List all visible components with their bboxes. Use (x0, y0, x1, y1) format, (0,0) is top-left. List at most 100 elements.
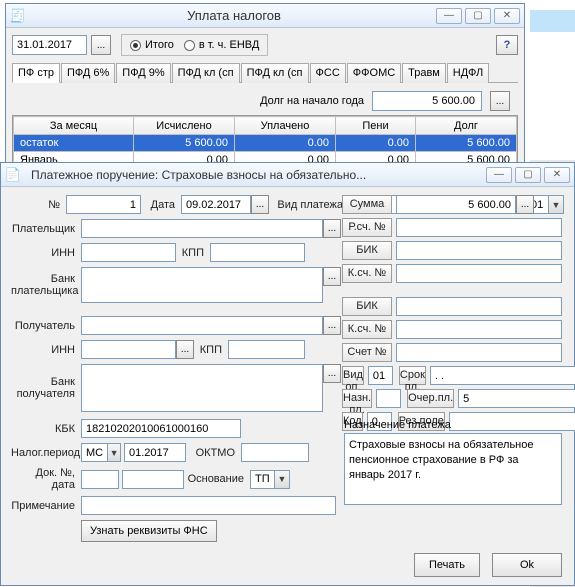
tab-1[interactable]: ПФД 6% (61, 63, 115, 83)
close-button[interactable]: ✕ (494, 8, 520, 24)
payee-bank-input[interactable] (81, 364, 323, 412)
srokpl-label: Срок пл. (399, 366, 426, 385)
radio-total[interactable]: Итого (130, 39, 174, 51)
osn-combo[interactable]: ТП ▼ (250, 470, 290, 489)
doc-date-input[interactable] (122, 470, 184, 489)
payee-kpp-input[interactable] (228, 340, 305, 359)
oktmo-input[interactable] (241, 443, 309, 462)
debt-ellipsis-button[interactable]: ... (490, 91, 510, 111)
tab-2[interactable]: ПФД 9% (116, 63, 170, 83)
payment-order-window: 📄 Платежное поручение: Страховые взносы … (0, 162, 575, 586)
help-button[interactable]: ? (496, 35, 518, 55)
oktmo-label: ОКТМО (186, 447, 241, 459)
payer-lookup-button[interactable]: ... (323, 219, 341, 238)
value-cell: 5 600.00 (416, 135, 517, 152)
bik2-input[interactable] (396, 297, 562, 316)
ksch1-label: К.сч. № (342, 264, 392, 283)
maximize-button[interactable]: ▢ (465, 8, 491, 24)
grid-header[interactable]: За месяц (14, 117, 134, 135)
sum-ellipsis-button[interactable]: ... (516, 195, 534, 214)
tab-4[interactable]: ПФД кл (сп (241, 63, 309, 83)
period-type-combo[interactable]: МС ▼ (81, 443, 121, 462)
app-icon: 🧾 (10, 8, 26, 24)
bik1-input[interactable] (396, 241, 562, 260)
fns-requisites-button[interactable]: Узнать реквизиты ФНС (81, 520, 217, 542)
purpose-text[interactable]: Страховые взносы на обязательное пенсион… (344, 433, 562, 505)
payee-lookup-button[interactable]: ... (323, 316, 341, 335)
titlebar: 🧾 Уплата налогов — ▢ ✕ (6, 4, 524, 28)
grid-header[interactable]: Пени (336, 117, 416, 135)
payee-inn-input[interactable] (81, 340, 176, 359)
ok-button[interactable]: Ok (492, 553, 562, 577)
maximize-button[interactable]: ▢ (515, 167, 541, 183)
payee-bank-label: Банк получателя (11, 376, 81, 400)
payer-input[interactable] (81, 219, 323, 238)
ocherpl-input[interactable] (458, 389, 575, 408)
print-button[interactable]: Печать (414, 553, 480, 577)
payer-bank-label: Банк плательщика (11, 273, 81, 297)
payer-kpp-input[interactable] (210, 243, 305, 262)
bg-accent (530, 10, 575, 32)
as-of-date-input[interactable] (12, 35, 87, 55)
chevron-down-icon: ▼ (107, 444, 120, 461)
debt-input[interactable] (372, 91, 482, 111)
date-label: Дата (141, 199, 181, 211)
close-button[interactable]: ✕ (544, 167, 570, 183)
grid-header[interactable]: Исчислено (134, 117, 235, 135)
grid-header[interactable]: Долг (416, 117, 517, 135)
date-picker-button[interactable]: ... (91, 35, 111, 55)
tab-3[interactable]: ПФД кл (сп (172, 63, 240, 83)
schet-label: Счет № (342, 343, 392, 362)
window-title: Уплата налогов (32, 8, 436, 23)
tab-7[interactable]: Травм (402, 63, 446, 83)
debt-label: Долг на начало года (260, 95, 364, 107)
period-input[interactable] (124, 443, 186, 462)
vidop-input[interactable] (368, 366, 393, 385)
ksch2-label: К.сч. № (342, 320, 392, 339)
sum-input[interactable] (396, 195, 516, 214)
schet-input[interactable] (396, 343, 562, 362)
note-input[interactable] (81, 496, 336, 515)
radio-envd[interactable]: в т. ч. ЕНВД (184, 39, 260, 51)
date-input[interactable] (181, 195, 251, 214)
period-label: Налог.период (11, 447, 81, 459)
tab-6[interactable]: ФФОМС (347, 63, 401, 83)
tab-8[interactable]: НДФЛ (447, 63, 489, 83)
tax-tabs: ПФ стрПФД 6%ПФД 9%ПФД кл (спПФД кл (спФС… (12, 62, 518, 83)
payer-bank-lookup-button[interactable]: ... (323, 267, 341, 286)
payer-bank-input[interactable] (81, 267, 323, 303)
doc-label: Док. №, дата (11, 467, 81, 491)
minimize-button[interactable]: — (486, 167, 512, 183)
payer-inn-input[interactable] (81, 243, 176, 262)
payee-inn-lookup-button[interactable]: ... (176, 340, 194, 359)
naznpl-input[interactable] (376, 389, 401, 408)
payment-form: № Дата ... Вид платежа ▼ Статус 01 ▼ Пла… (1, 187, 574, 423)
kbk-label: КБК (11, 423, 81, 435)
payee-bank-lookup-button[interactable]: ... (323, 364, 341, 383)
naznpl-label: Назн. пл. (342, 389, 372, 408)
vidop-label: Вид оп. (342, 366, 364, 385)
doc-num-input[interactable] (81, 470, 119, 489)
payee-kpp-label: КПП (194, 344, 228, 356)
kbk-input[interactable] (81, 419, 241, 438)
table-row[interactable]: остаток5 600.000.000.005 600.00 (14, 135, 517, 152)
ksch2-input[interactable] (396, 320, 562, 339)
num-input[interactable] (66, 195, 141, 214)
payer-inn-label: ИНН (11, 247, 81, 259)
tab-0[interactable]: ПФ стр (12, 63, 60, 83)
purpose-label: Назначение платежа (344, 419, 562, 431)
date-ellipsis-button[interactable]: ... (251, 195, 269, 214)
tax-codes-block: КБК Налог.период МС ▼ ОКТМО Док. №, дата… (11, 419, 336, 547)
ksch1-input[interactable] (396, 264, 562, 283)
osn-label: Основание (184, 473, 250, 485)
tab-5[interactable]: ФСС (310, 63, 346, 83)
minimize-button[interactable]: — (436, 8, 462, 24)
srokpl-input[interactable] (430, 366, 575, 385)
note-label: Примечание (11, 500, 81, 512)
rsch-input[interactable] (396, 218, 562, 237)
payee-input[interactable] (81, 316, 323, 335)
period-type-value: МС (82, 447, 107, 459)
grid-header[interactable]: Уплачено (235, 117, 336, 135)
num-label: № (11, 199, 66, 211)
month-cell: остаток (14, 135, 134, 152)
